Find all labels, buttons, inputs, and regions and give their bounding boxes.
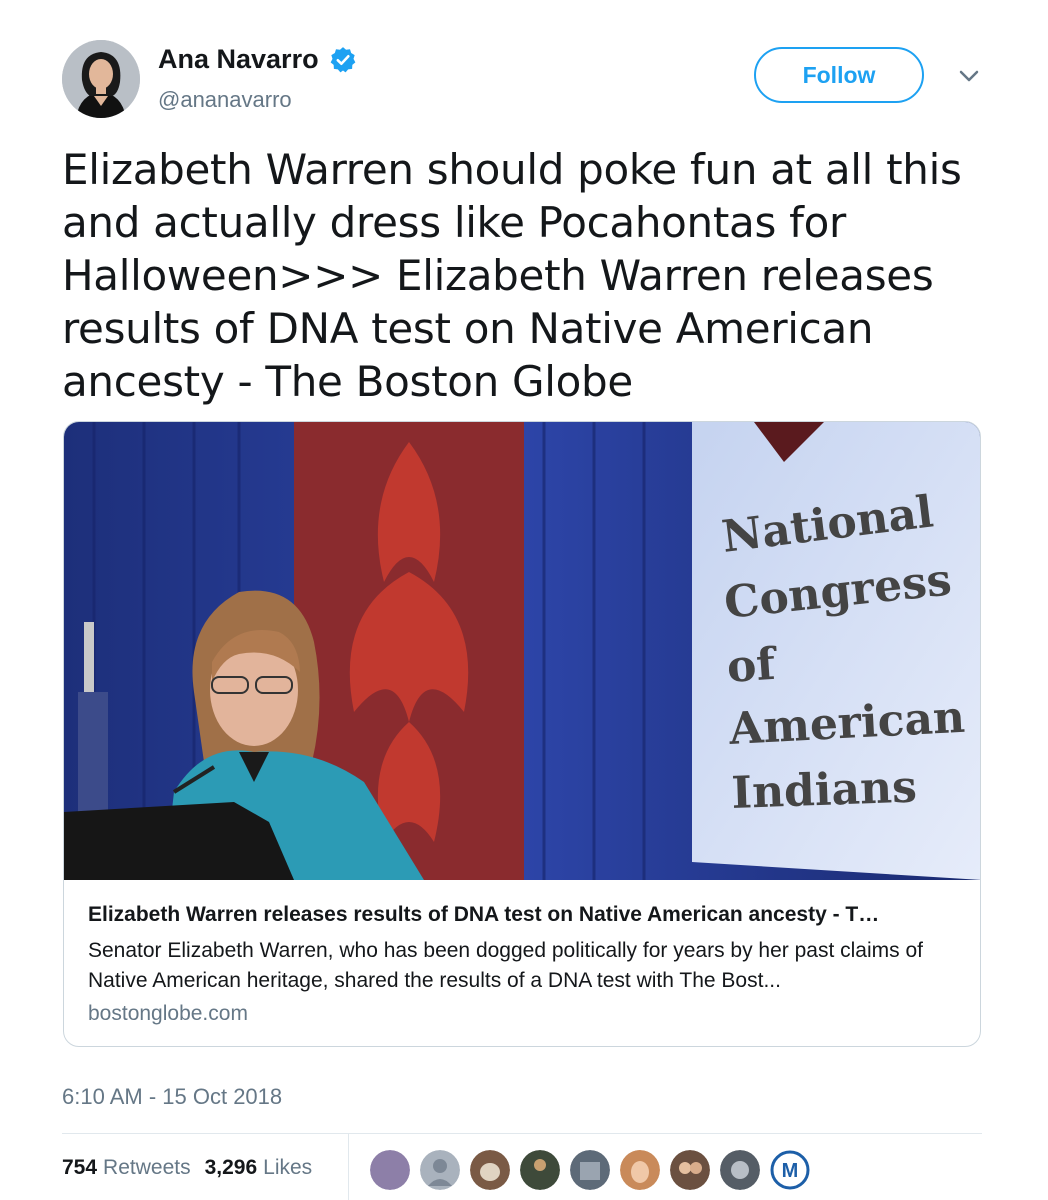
verified-badge-icon	[330, 46, 355, 72]
tweet-text: Elizabeth Warren should poke fun at all …	[62, 145, 962, 406]
liker-avatar-3[interactable]	[470, 1150, 510, 1190]
likes-label: Likes	[263, 1156, 313, 1179]
link-preview-image[interactable]: National Congress of American Indians	[64, 422, 981, 880]
liker-avatar-4[interactable]	[520, 1150, 560, 1190]
liker-avatar-7[interactable]	[670, 1150, 710, 1190]
link-preview-card[interactable]: National Congress of American Indians El…	[63, 421, 981, 1047]
tweet-timestamp[interactable]: 6:10 AM - 15 Oct 2018	[62, 1084, 282, 1110]
liker-avatar-9[interactable]: M	[770, 1150, 810, 1190]
retweets-count: 754	[62, 1156, 98, 1179]
author-name-row: Ana Navarro	[158, 44, 357, 75]
banner-line-3: of	[725, 639, 780, 693]
avatar-photo	[62, 40, 140, 118]
liker-avatar-9-initial: M	[782, 1160, 799, 1182]
link-preview-body: Elizabeth Warren releases results of DNA…	[88, 902, 960, 1026]
retweets-stat[interactable]: 754 Retweets	[62, 1156, 191, 1180]
retweets-label: Retweets	[103, 1156, 191, 1179]
liker-avatar-8[interactable]	[720, 1150, 760, 1190]
liker-avatar-1[interactable]	[370, 1150, 410, 1190]
stats-divider	[62, 1133, 982, 1134]
tweet-stats: 754 Retweets 3,296 Likes	[62, 1156, 326, 1180]
follow-button[interactable]: Follow	[754, 47, 924, 103]
link-preview-domain[interactable]: bostonglobe.com	[88, 1002, 960, 1026]
chevron-down-icon[interactable]	[956, 66, 982, 86]
stats-separator	[348, 1134, 349, 1200]
liker-avatar-5[interactable]	[570, 1150, 610, 1190]
link-preview-description: Senator Elizabeth Warren, who has been d…	[88, 939, 923, 992]
likes-stat[interactable]: 3,296 Likes	[205, 1156, 313, 1180]
author-display-name[interactable]: Ana Navarro	[158, 44, 319, 75]
liker-avatars: M	[370, 1150, 810, 1190]
liker-avatar-1-fill	[370, 1150, 410, 1190]
banner-line-5: Indians	[731, 762, 918, 819]
liker-avatar-2[interactable]	[420, 1150, 460, 1190]
link-preview-title[interactable]: Elizabeth Warren releases results of DNA…	[88, 902, 960, 928]
author-handle[interactable]: @ananavarro	[158, 87, 292, 113]
author-avatar[interactable]	[62, 40, 140, 118]
likes-count: 3,296	[204, 1156, 258, 1179]
liker-avatar-6[interactable]	[620, 1150, 660, 1190]
